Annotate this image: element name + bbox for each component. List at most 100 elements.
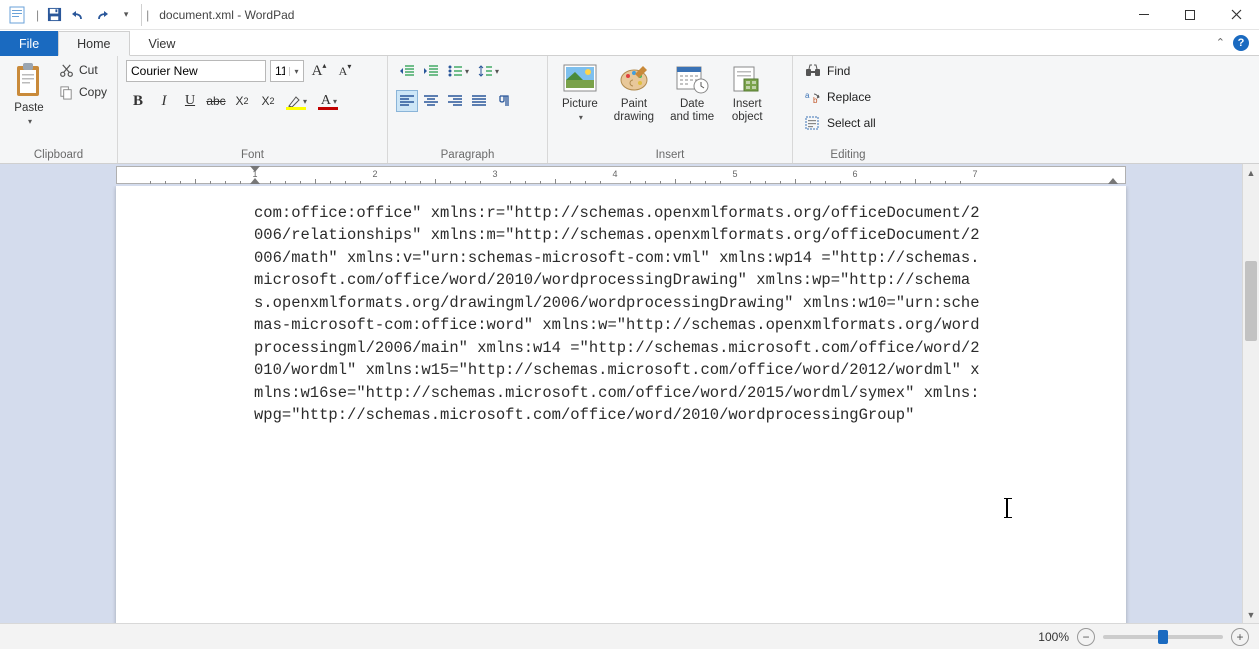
- cut-button[interactable]: Cut: [54, 60, 111, 80]
- font-size-combo[interactable]: ▾: [270, 60, 304, 82]
- font-color-button[interactable]: A ▾: [314, 90, 344, 112]
- bold-button[interactable]: B: [126, 90, 150, 112]
- ruler-number: 3: [492, 169, 497, 179]
- font-size-input[interactable]: [271, 61, 289, 81]
- window-controls: [1121, 0, 1259, 30]
- increase-indent-button[interactable]: [420, 60, 442, 82]
- align-justify-button[interactable]: [468, 90, 490, 112]
- vertical-scrollbar[interactable]: ▲ ▼: [1242, 164, 1259, 623]
- group-label: Clipboard: [8, 147, 109, 161]
- group-clipboard: Paste▾ Cut Copy Clipboard: [0, 56, 118, 163]
- scissors-icon: [58, 62, 74, 78]
- find-button[interactable]: Find: [801, 60, 880, 82]
- insert-object-button[interactable]: Insertobject: [724, 60, 770, 126]
- cut-label: Cut: [79, 63, 98, 77]
- superscript-button[interactable]: X2: [256, 90, 280, 112]
- ruler-number: 7: [972, 169, 977, 179]
- workspace: 1234567 com:office:office" xmlns:r="http…: [0, 164, 1259, 623]
- object-label: Insertobject: [732, 98, 763, 124]
- paste-label: Paste: [14, 102, 43, 114]
- separator: |: [146, 8, 149, 22]
- minimize-button[interactable]: [1121, 0, 1167, 30]
- tab-view[interactable]: View: [130, 31, 195, 56]
- group-label: Font: [126, 147, 379, 161]
- bullet-list-button[interactable]: ▾: [444, 60, 472, 82]
- replace-label: Replace: [827, 90, 871, 104]
- group-insert: Picture▾ Paintdrawing Dateand time Inser…: [548, 56, 793, 163]
- customize-qat-button[interactable]: ▾: [115, 4, 137, 26]
- ruler-area: 1234567: [0, 164, 1259, 186]
- copy-icon: [58, 84, 74, 100]
- align-center-button[interactable]: [420, 90, 442, 112]
- undo-button[interactable]: [67, 4, 89, 26]
- paint-drawing-button[interactable]: Paintdrawing: [608, 60, 660, 126]
- picture-icon: [563, 62, 597, 96]
- highlighter-icon: [287, 94, 301, 108]
- window-title: document.xml - WordPad: [159, 8, 294, 22]
- paste-button[interactable]: Paste▾: [8, 60, 50, 130]
- ruler-number: 6: [852, 169, 857, 179]
- quick-access-toolbar: ▾: [43, 4, 142, 26]
- group-label: Paragraph: [396, 147, 539, 161]
- subscript-button[interactable]: X2: [230, 90, 254, 112]
- palette-icon: [617, 62, 651, 96]
- align-left-button[interactable]: [396, 90, 418, 112]
- object-icon: [730, 62, 764, 96]
- redo-button[interactable]: [91, 4, 113, 26]
- date-time-button[interactable]: Dateand time: [664, 60, 720, 126]
- strikethrough-button[interactable]: abc: [204, 90, 228, 112]
- ruler-number: 4: [612, 169, 617, 179]
- separator: |: [36, 8, 39, 22]
- title-bar: | ▾ | document.xml - WordPad: [0, 0, 1259, 30]
- find-label: Find: [827, 64, 850, 78]
- save-button[interactable]: [43, 4, 65, 26]
- caret-down-icon[interactable]: ▾: [289, 67, 303, 76]
- line-spacing-button[interactable]: ▾: [474, 60, 502, 82]
- zoom-in-button[interactable]: +: [1231, 628, 1249, 646]
- font-name-combo[interactable]: ▾: [126, 60, 266, 82]
- underline-button[interactable]: U: [178, 90, 202, 112]
- document-content[interactable]: com:office:office" xmlns:r="http://schem…: [254, 202, 988, 427]
- group-paragraph: ▾ ▾ Paragraph: [388, 56, 548, 163]
- font-name-input[interactable]: [127, 61, 290, 81]
- shrink-font-button[interactable]: A▾: [334, 60, 356, 82]
- copy-button[interactable]: Copy: [54, 82, 111, 102]
- right-indent-marker[interactable]: [1108, 178, 1118, 184]
- copy-label: Copy: [79, 85, 107, 99]
- zoom-slider[interactable]: [1103, 635, 1223, 639]
- paint-label: Paintdrawing: [614, 98, 654, 124]
- scroll-down-button[interactable]: ▼: [1243, 606, 1259, 623]
- tab-home[interactable]: Home: [58, 31, 129, 56]
- highlight-color-button[interactable]: ▾: [282, 90, 312, 112]
- paragraph-dialog-button[interactable]: [492, 90, 514, 112]
- tab-file[interactable]: File: [0, 31, 58, 56]
- group-label: Editing: [801, 147, 895, 161]
- maximize-button[interactable]: [1167, 0, 1213, 30]
- scroll-thumb[interactable]: [1245, 261, 1257, 341]
- replace-button[interactable]: ab Replace: [801, 86, 880, 108]
- help-button[interactable]: ?: [1233, 35, 1249, 51]
- caret-down-icon: ▾: [124, 9, 129, 20]
- picture-label: Picture: [562, 98, 598, 110]
- page: com:office:office" xmlns:r="http://schem…: [116, 186, 1126, 623]
- select-all-button[interactable]: Select all: [801, 112, 880, 134]
- picture-button[interactable]: Picture▾: [556, 60, 604, 126]
- collapse-ribbon-button[interactable]: ⌃: [1216, 36, 1225, 49]
- horizontal-ruler[interactable]: 1234567: [116, 166, 1126, 184]
- datetime-label: Dateand time: [670, 98, 714, 124]
- clipboard-icon: [14, 62, 44, 100]
- zoom-percent: 100%: [1038, 630, 1069, 644]
- calendar-clock-icon: [675, 62, 709, 96]
- ribbon: Paste▾ Cut Copy Clipboard ▾: [0, 56, 1259, 164]
- align-right-button[interactable]: [444, 90, 466, 112]
- decrease-indent-button[interactable]: [396, 60, 418, 82]
- close-button[interactable]: [1213, 0, 1259, 30]
- replace-icon: ab: [805, 89, 821, 105]
- zoom-out-button[interactable]: −: [1077, 628, 1095, 646]
- scroll-track[interactable]: [1243, 181, 1259, 606]
- group-label: Insert: [556, 147, 784, 161]
- ruler-number: 5: [732, 169, 737, 179]
- scroll-up-button[interactable]: ▲: [1243, 164, 1259, 181]
- italic-button[interactable]: I: [152, 90, 176, 112]
- grow-font-button[interactable]: A▴: [308, 60, 330, 82]
